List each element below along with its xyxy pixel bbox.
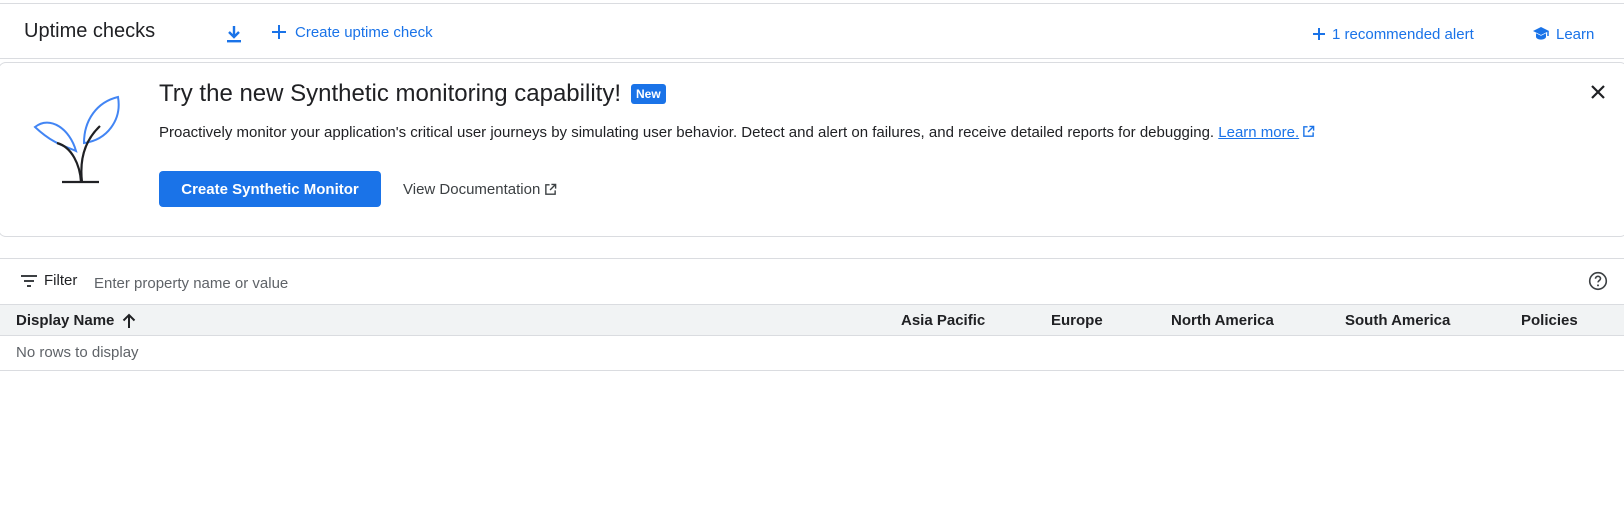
banner-heading: Try the new Synthetic monitoring capabil… bbox=[159, 80, 666, 108]
plus-icon bbox=[1313, 28, 1325, 40]
learn-more-link[interactable]: Learn more. bbox=[1218, 124, 1315, 141]
banner-description: Proactively monitor your application's c… bbox=[159, 124, 1215, 141]
school-icon bbox=[1533, 27, 1549, 40]
column-header-policies[interactable]: Policies bbox=[1521, 312, 1578, 329]
help-icon bbox=[1588, 271, 1608, 291]
create-synthetic-monitor-button[interactable]: Create Synthetic Monitor bbox=[159, 171, 381, 207]
banner-description-line: Proactively monitor your application's c… bbox=[159, 124, 1315, 141]
page-title: Uptime checks bbox=[24, 20, 156, 42]
filter-bar: Filter bbox=[0, 258, 1624, 305]
table-header: Display Name Asia Pacific Europe North A… bbox=[0, 304, 1624, 336]
new-badge: New bbox=[631, 84, 666, 104]
column-header-asia-pacific[interactable]: Asia Pacific bbox=[901, 312, 985, 329]
help-button[interactable] bbox=[1588, 271, 1608, 291]
download-button[interactable] bbox=[222, 22, 246, 46]
view-documentation-label: View Documentation bbox=[403, 180, 541, 198]
external-link-icon bbox=[1303, 125, 1315, 137]
filter-icon bbox=[21, 274, 37, 287]
column-header-europe[interactable]: Europe bbox=[1051, 312, 1103, 329]
learn-label: Learn bbox=[1556, 25, 1595, 43]
filter-button[interactable]: Filter bbox=[20, 272, 77, 289]
column-header-north-america[interactable]: North America bbox=[1171, 312, 1274, 329]
banner-close-button[interactable] bbox=[1586, 80, 1610, 104]
download-icon bbox=[227, 26, 241, 43]
column-header-display-name[interactable]: Display Name bbox=[16, 312, 136, 329]
view-documentation-link[interactable]: View Documentation bbox=[403, 171, 557, 207]
filter-label: Filter bbox=[44, 272, 78, 289]
column-header-label: Display Name bbox=[16, 312, 115, 329]
create-uptime-check-button[interactable]: Create uptime check bbox=[271, 20, 433, 44]
external-link-icon bbox=[545, 183, 557, 195]
filter-input[interactable] bbox=[92, 269, 1496, 297]
plus-icon bbox=[272, 25, 286, 39]
close-icon bbox=[1591, 85, 1605, 99]
column-header-south-america[interactable]: South America bbox=[1345, 312, 1450, 329]
table-empty-row: No rows to display bbox=[0, 336, 1624, 371]
learn-more-label: Learn more. bbox=[1218, 124, 1300, 141]
create-uptime-check-label: Create uptime check bbox=[295, 23, 433, 41]
learn-button[interactable]: Learn bbox=[1532, 22, 1594, 46]
plant-icon bbox=[33, 95, 120, 184]
recommended-alert-button[interactable]: 1 recommended alert bbox=[1312, 22, 1474, 46]
banner-title: Try the new Synthetic monitoring capabil… bbox=[159, 80, 621, 107]
empty-message: No rows to display bbox=[16, 344, 139, 361]
recommended-alert-label: 1 recommended alert bbox=[1332, 25, 1474, 43]
page-header: Uptime checks Create uptime check 1 reco… bbox=[0, 4, 1624, 59]
arrow-up-icon bbox=[123, 313, 136, 328]
